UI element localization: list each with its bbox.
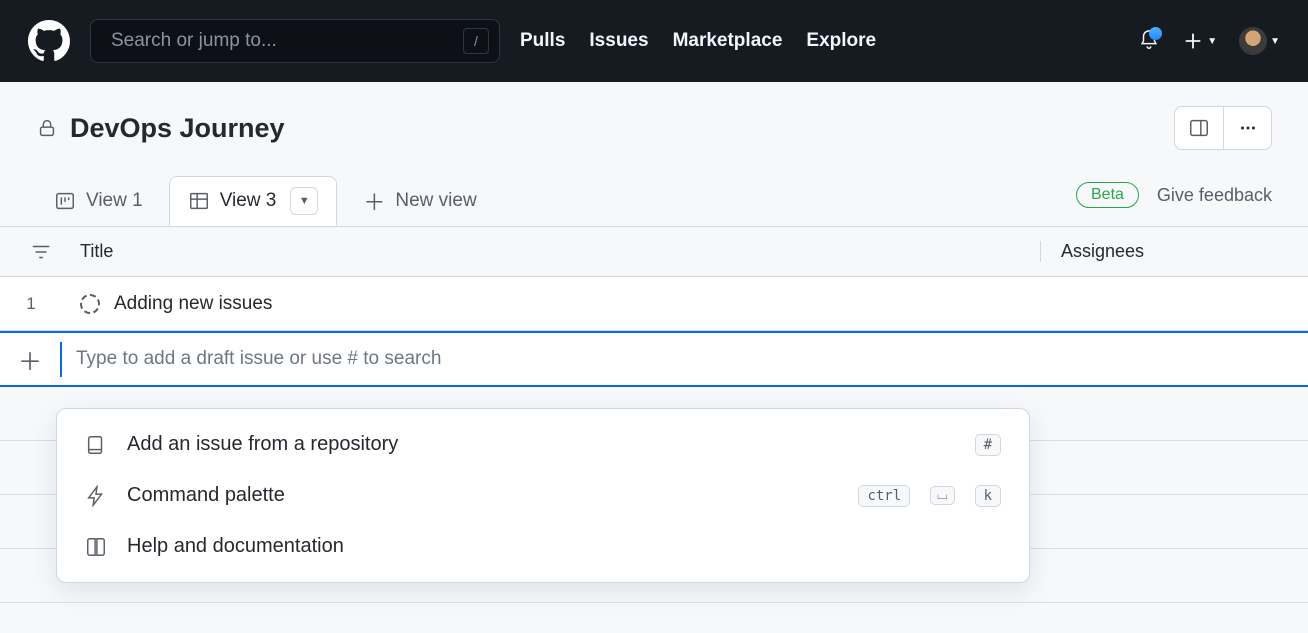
triangle-down-icon: ▼ — [299, 195, 310, 207]
plus-icon: ＋ — [18, 349, 42, 376]
column-assignees[interactable]: Assignees — [1040, 241, 1308, 262]
draft-issue-icon — [80, 294, 100, 314]
slash-key-hint: / — [463, 28, 489, 54]
add-item-input[interactable] — [62, 333, 1308, 385]
omnibar-popover: Add an issue from a repository # Command… — [56, 408, 1030, 583]
tab-view-1[interactable]: View 1 — [36, 180, 161, 222]
global-header: Search or jump to... / Pulls Issues Mark… — [0, 0, 1308, 82]
avatar-icon — [1239, 27, 1267, 55]
table-icon — [188, 190, 210, 212]
lock-icon — [36, 117, 58, 139]
tab-label: View 1 — [86, 190, 143, 212]
caret-down-icon: ▼ — [1270, 36, 1280, 47]
popover-item-label: Add an issue from a repository — [127, 433, 955, 456]
popover-command-palette[interactable]: Command palette ctrl ⌴ k — [57, 470, 1029, 521]
project-menu-button[interactable] — [1223, 107, 1271, 149]
new-view-label: New view — [395, 190, 476, 212]
popover-help[interactable]: Help and documentation — [57, 521, 1029, 572]
search-placeholder: Search or jump to... — [111, 30, 451, 52]
github-logo[interactable] — [28, 20, 70, 62]
project-icon — [54, 190, 76, 212]
key-hint: ⌴ — [930, 486, 954, 505]
zap-icon — [85, 485, 107, 507]
filter-icon[interactable] — [30, 241, 52, 263]
beta-badge: Beta — [1076, 182, 1139, 208]
mark-github-icon — [28, 20, 70, 62]
table-row[interactable]: 1 Adding new issues — [0, 277, 1308, 331]
header-right: ▼ ▼ — [1138, 27, 1280, 55]
nav-issues[interactable]: Issues — [589, 30, 648, 52]
views-tabs: View 1 View 3 ▼ ＋ New view Beta Give fee… — [0, 150, 1308, 227]
project-title: DevOps Journey — [70, 113, 1174, 144]
sidebar-icon — [1188, 117, 1210, 139]
repo-icon — [85, 434, 107, 456]
key-hint: ctrl — [858, 485, 910, 507]
caret-down-icon: ▼ — [1207, 36, 1217, 47]
add-item-row[interactable]: ＋ — [0, 331, 1308, 387]
notifications-button[interactable] — [1138, 29, 1160, 54]
book-icon — [85, 536, 107, 558]
popover-item-label: Help and documentation — [127, 535, 1001, 558]
plus-icon — [1182, 30, 1204, 52]
notification-dot-icon — [1149, 27, 1162, 40]
row-title: Adding new issues — [114, 293, 272, 315]
insights-button[interactable] — [1175, 107, 1223, 149]
project-header: DevOps Journey — [0, 82, 1308, 150]
plus-icon: ＋ — [363, 185, 385, 217]
nav-explore[interactable]: Explore — [806, 30, 876, 52]
project-actions — [1174, 106, 1272, 150]
give-feedback-link[interactable]: Give feedback — [1157, 185, 1272, 206]
popover-item-label: Command palette — [127, 484, 838, 507]
user-menu[interactable]: ▼ — [1239, 27, 1280, 55]
nav-pulls[interactable]: Pulls — [520, 30, 565, 52]
primary-nav: Pulls Issues Marketplace Explore — [520, 30, 876, 52]
table-header: Title Assignees — [0, 227, 1308, 277]
column-title[interactable]: Title — [62, 241, 1040, 262]
key-hint: k — [975, 485, 1001, 507]
tab-view-3[interactable]: View 3 ▼ — [169, 176, 338, 226]
key-hint: # — [975, 434, 1001, 456]
row-number: 1 — [0, 294, 62, 314]
popover-add-issue[interactable]: Add an issue from a repository # — [57, 419, 1029, 470]
tab-label: View 3 — [220, 190, 277, 212]
create-menu[interactable]: ▼ — [1182, 30, 1217, 52]
add-item-plus[interactable]: ＋ — [0, 342, 62, 377]
global-search[interactable]: Search or jump to... / — [90, 19, 500, 63]
kebab-icon — [1237, 117, 1259, 139]
nav-marketplace[interactable]: Marketplace — [673, 30, 783, 52]
tab-options-button[interactable]: ▼ — [290, 187, 318, 215]
new-view-button[interactable]: ＋ New view — [345, 175, 494, 227]
